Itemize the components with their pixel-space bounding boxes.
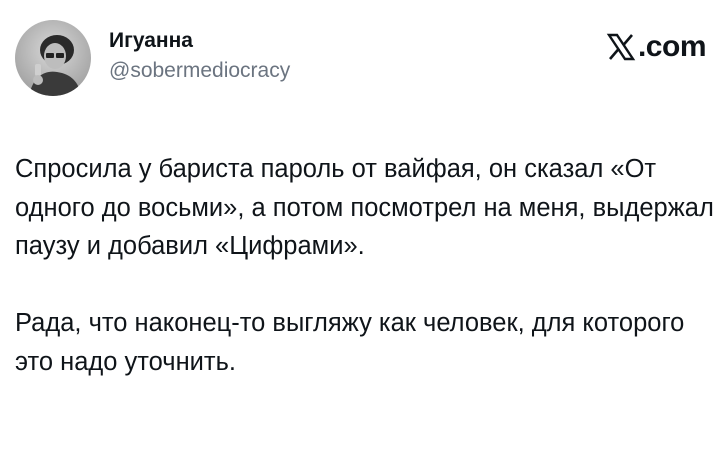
tweet-card: Игуанна @sobermediocracy .com Спросила у…: [0, 0, 728, 465]
user-handle[interactable]: @sobermediocracy: [109, 57, 290, 84]
user-info: Игуанна @sobermediocracy: [109, 28, 290, 84]
brand-domain: .com: [637, 30, 707, 63]
tweet-text: Спросила у бариста пароль от вайфая, он …: [15, 150, 715, 381]
display-name[interactable]: Игуанна: [109, 28, 290, 54]
x-com-brand: .com: [606, 30, 707, 64]
tweet-header: Игуанна @sobermediocracy: [15, 20, 290, 96]
tweet-paragraph-2: Рада, что наконец-то выгляжу как человек…: [15, 309, 685, 376]
x-logo-icon: [606, 32, 636, 62]
tweet-paragraph-1: Спросила у бариста пароль от вайфая, он …: [15, 155, 714, 260]
avatar[interactable]: [15, 20, 91, 96]
avatar-photo: [15, 20, 91, 96]
